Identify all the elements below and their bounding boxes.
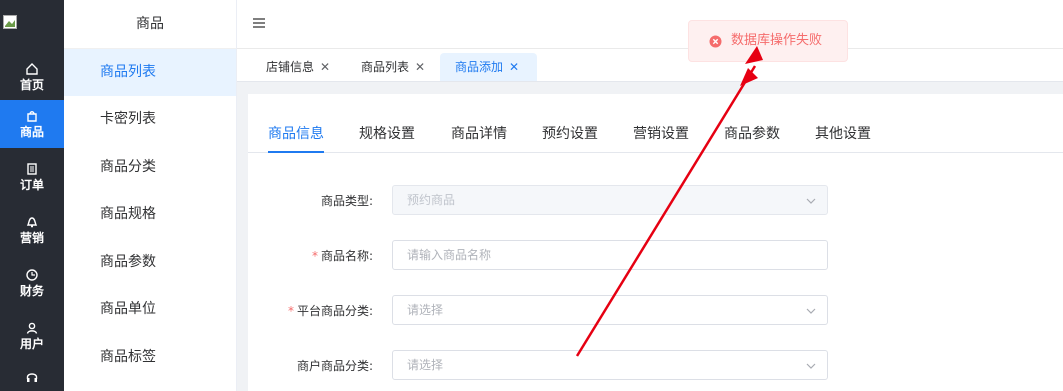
chevron-down-icon: [806, 308, 816, 314]
submenu-item-goods-list[interactable]: 商品列表: [64, 49, 236, 96]
platform-category-placeholder: 请选择: [407, 303, 444, 317]
platform-category-label: * 平台商品分类:: [288, 295, 373, 327]
close-icon[interactable]: ✕: [509, 60, 519, 74]
goods-name-placeholder: 请输入商品名称: [407, 248, 492, 262]
goods-add-card: 商品信息 规格设置 商品详情 预约设置 营销设置 商品参数 其他设置 商品类型:…: [248, 94, 1063, 391]
close-icon[interactable]: ✕: [320, 60, 330, 74]
user-icon: [26, 322, 38, 334]
rail-item-orders[interactable]: 订单: [0, 153, 64, 201]
tab-shop-info[interactable]: 店铺信息 ✕: [266, 53, 330, 81]
headset-icon: [26, 373, 38, 382]
rail-item-finance[interactable]: 财务: [0, 259, 64, 307]
home-icon: [26, 63, 38, 75]
goods-name-input[interactable]: 请输入商品名称: [392, 240, 828, 270]
goods-name-label: * 商品名称:: [312, 240, 373, 272]
tab-goods-params[interactable]: 商品参数: [724, 123, 780, 151]
tab-goods-info[interactable]: 商品信息: [268, 123, 324, 153]
close-icon[interactable]: ✕: [415, 60, 425, 74]
form-row-platform-category: * 平台商品分类: 请选择: [248, 295, 1063, 327]
tab-marketing-settings[interactable]: 营销设置: [633, 123, 689, 151]
merchant-category-select[interactable]: 请选择: [392, 350, 828, 380]
rail-item-support[interactable]: [0, 365, 64, 391]
tab-spec-settings[interactable]: 规格设置: [359, 123, 415, 151]
submenu-item-card-list[interactable]: 卡密列表: [64, 96, 236, 143]
merchant-category-label: 商户商品分类:: [296, 359, 373, 373]
goods-name-label-text: 商品名称:: [320, 249, 373, 263]
form-row-merchant-category: 商户商品分类: 请选择: [248, 350, 1063, 382]
shop-bag-icon: [27, 111, 37, 122]
tab-goods-detail[interactable]: 商品详情: [451, 123, 507, 151]
chevron-down-icon: [806, 198, 816, 204]
document-icon: [27, 163, 37, 175]
rail-item-label: 营销: [19, 231, 44, 245]
goods-submenu: 商品 商品列表 卡密列表 商品分类 商品规格 商品参数 商品单位 商品标签: [64, 0, 237, 391]
rail-item-goods[interactable]: 商品: [0, 100, 64, 148]
chevron-down-icon: [806, 363, 816, 369]
page-tab-strip: 店铺信息 ✕ 商品列表 ✕ 商品添加 ✕: [237, 49, 1063, 82]
hamburger-menu-icon[interactable]: [251, 15, 267, 31]
platform-category-label-text: 平台商品分类:: [296, 304, 373, 318]
tab-other-settings[interactable]: 其他设置: [815, 123, 871, 151]
goods-type-select: 预约商品: [392, 185, 828, 215]
tab-goods-list[interactable]: 商品列表 ✕: [361, 53, 425, 81]
goods-form-tabs: 商品信息 规格设置 商品详情 预约设置 营销设置 商品参数 其他设置: [248, 94, 1063, 153]
form-row-goods-type: 商品类型: 预约商品: [248, 185, 1063, 217]
platform-category-select[interactable]: 请选择: [392, 295, 828, 325]
error-circle-icon: [709, 35, 722, 48]
top-header: [237, 0, 1063, 49]
error-toast: 数据库操作失败: [688, 20, 848, 62]
toast-message: 数据库操作失败: [731, 33, 823, 48]
required-marker: *: [287, 304, 294, 318]
merchant-category-placeholder: 请选择: [407, 358, 444, 372]
rail-item-label: 订单: [19, 178, 44, 192]
rail-item-label: 首页: [19, 78, 44, 92]
logo-image: [3, 15, 17, 29]
submenu-title: 商品: [64, 0, 236, 49]
form-row-goods-name: * 商品名称: 请输入商品名称: [248, 240, 1063, 272]
main-nav-rail: 首页 商品 订单 营销 财务 用户: [0, 0, 64, 391]
tab-goods-add[interactable]: 商品添加 ✕: [440, 53, 538, 81]
rail-item-marketing[interactable]: 营销: [0, 206, 64, 254]
goods-type-value: 预约商品: [407, 193, 456, 207]
rail-item-label: 财务: [19, 284, 44, 298]
required-marker: *: [311, 249, 318, 263]
tab-booking-settings[interactable]: 预约设置: [542, 123, 598, 151]
tab-label: 商品列表: [361, 60, 410, 74]
rail-item-label: 商品: [19, 125, 44, 139]
tab-label: 店铺信息: [266, 60, 315, 74]
submenu-item-goods-tag[interactable]: 商品标签: [64, 334, 236, 381]
rail-item-users[interactable]: 用户: [0, 312, 64, 360]
goods-type-label: 商品类型:: [320, 194, 373, 208]
rail-item-label: 用户: [19, 337, 44, 351]
submenu-item-goods-unit[interactable]: 商品单位: [64, 286, 236, 333]
rail-item-home[interactable]: 首页: [0, 53, 64, 101]
submenu-item-goods-category[interactable]: 商品分类: [64, 144, 236, 191]
submenu-item-goods-spec[interactable]: 商品规格: [64, 191, 236, 238]
bell-icon: [26, 217, 38, 228]
submenu-item-goods-params[interactable]: 商品参数: [64, 239, 236, 286]
tab-label: 商品添加: [455, 60, 504, 74]
clock-icon: [26, 269, 38, 281]
